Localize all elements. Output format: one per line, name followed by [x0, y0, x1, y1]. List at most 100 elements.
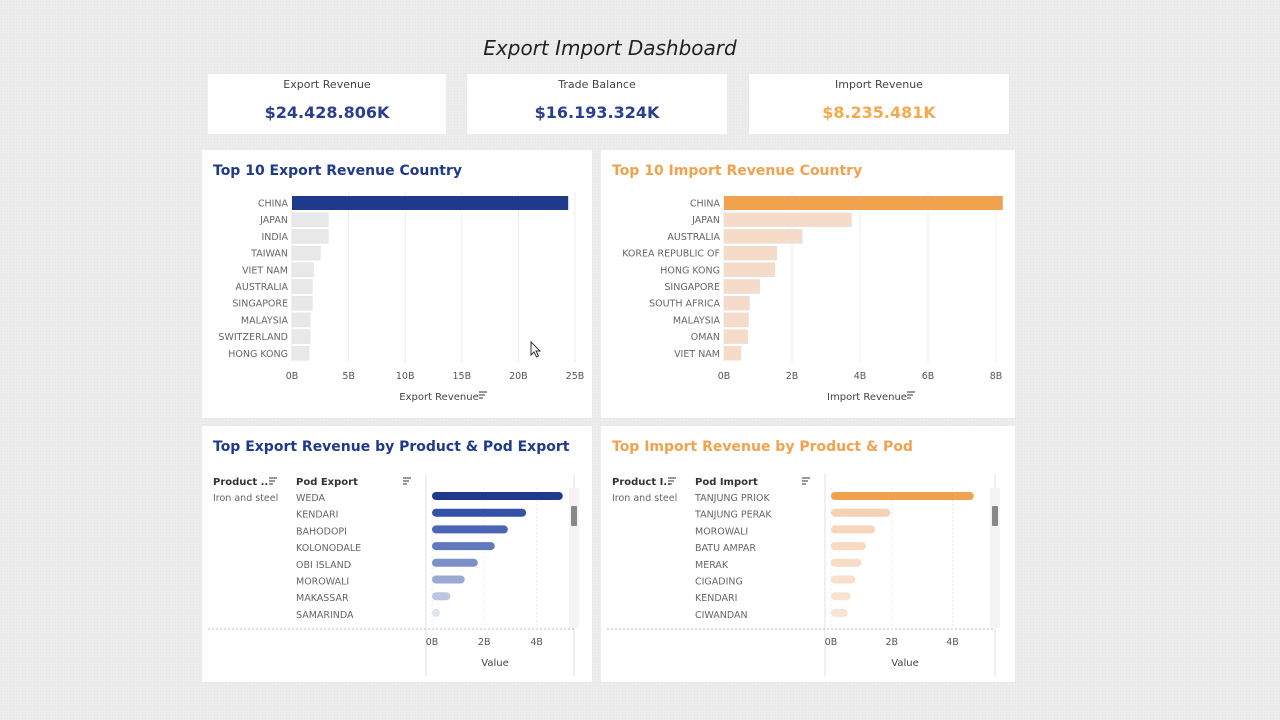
sort-icon [479, 391, 487, 399]
bar [831, 492, 974, 500]
sort-icon [907, 391, 915, 399]
bar [432, 492, 563, 500]
x-tick-label: 2B [478, 637, 491, 648]
x-tick-label: 6B [922, 371, 935, 382]
pod-label: MERAK [695, 560, 729, 571]
import-country-chart[interactable]: 0B 2B 4B 6B 8B CHINA JAPAN AUSTRALIA KOREA REPUB… [601, 150, 1015, 418]
kpi-value: $16.193.324K [534, 103, 660, 122]
bar [723, 329, 749, 344]
bar [831, 608, 848, 617]
pod-label: MOROWALI [296, 577, 349, 588]
category-label: SINGAPORE [232, 299, 288, 310]
bar [432, 508, 527, 517]
bar [432, 592, 451, 601]
dashboard-title: Export Import Dashboard [483, 36, 737, 60]
pod-label: WEDA [296, 493, 326, 504]
category-label: SOUTH AFRICA [649, 299, 720, 310]
bar [291, 295, 313, 311]
category-label: AUSTRALIA [235, 282, 288, 293]
bar [723, 279, 760, 294]
bar [292, 196, 569, 210]
x-axis-label: Import Revenue [827, 392, 907, 403]
category-label: MALAYSIA [241, 315, 289, 326]
product-label: Iron and steel [213, 493, 278, 504]
bar [831, 575, 856, 584]
category-label: OMAN [691, 332, 720, 343]
kpi-label: Import Revenue [835, 78, 923, 91]
bar [724, 196, 1003, 210]
category-label: TAIWAN [250, 249, 288, 260]
category-label: SWITZERLAND [218, 332, 288, 343]
bar [723, 295, 750, 311]
x-axis-label: Value [481, 658, 508, 669]
column-header-product: Product I.. [612, 477, 671, 488]
bar [432, 575, 465, 584]
sort-icon [403, 477, 411, 485]
product-label: Iron and steel [612, 493, 677, 504]
category-label: CHINA [258, 199, 289, 210]
scrollbar-thumb [571, 506, 577, 526]
kpi-trade-balance[interactable]: Trade Balance $16.193.324K [467, 74, 727, 134]
sort-icon [269, 477, 277, 485]
sort-icon [802, 477, 810, 485]
bar [291, 262, 314, 278]
x-tick-label: 2B [786, 371, 799, 382]
export-country-chart[interactable]: 0B 5B 10B 15B 20B 25B CHINA JAPAN INDIA TAIWAN VIE… [202, 150, 592, 418]
bar [723, 262, 776, 278]
pod-label: KENDARI [695, 593, 737, 604]
bar [291, 245, 321, 261]
pod-label: BAHODOPI [296, 526, 347, 537]
x-tick-label: 25B [566, 371, 585, 382]
pod-label: TANJUNG PERAK [694, 510, 772, 521]
x-tick-label: 0B [286, 371, 299, 382]
bar [432, 608, 440, 617]
pod-label: KOLONODALE [296, 543, 361, 554]
x-tick-label: 4B [854, 371, 867, 382]
bar [291, 279, 313, 294]
category-label: VIET NAM [242, 265, 288, 276]
x-tick-label: 8B [990, 371, 1003, 382]
bar [723, 212, 852, 227]
bar [831, 508, 891, 517]
column-header-pod: Pod Export [296, 477, 358, 488]
x-tick-label: 4B [530, 637, 543, 648]
x-tick-label: 0B [718, 371, 731, 382]
bar [723, 229, 803, 244]
bar [831, 525, 876, 534]
category-label: HONG KONG [228, 349, 288, 360]
kpi-value: $8.235.481K [822, 103, 936, 122]
category-label: HONG KONG [660, 265, 720, 276]
pod-label: MAKASSAR [296, 593, 349, 604]
category-label: VIET NAM [674, 349, 720, 360]
bar [291, 229, 329, 244]
category-label: JAPAN [259, 215, 288, 226]
bar [291, 212, 329, 227]
x-tick-label: 2B [885, 637, 898, 648]
x-tick-label: 0B [825, 637, 838, 648]
x-tick-label: 20B [509, 371, 528, 382]
x-axis-label: Value [891, 658, 918, 669]
kpi-label: Export Revenue [283, 78, 371, 91]
import-product-pod-chart[interactable]: Product I.. Pod Import 0B 2B 4B Iron and stee… [601, 426, 1015, 682]
export-country-panel: Top 10 Export Revenue Country 0B 5B 10B 15B… [202, 150, 592, 418]
column-header-pod: Pod Import [695, 477, 758, 488]
category-label: INDIA [261, 232, 288, 243]
x-tick-label: 5B [342, 371, 355, 382]
kpi-export-revenue[interactable]: Export Revenue $24.428.806K [208, 74, 446, 134]
kpi-import-revenue[interactable]: Import Revenue $8.235.481K [749, 74, 1009, 134]
bar [723, 346, 742, 361]
x-tick-label: 0B [426, 637, 439, 648]
category-label: JAPAN [691, 215, 720, 226]
bar [723, 312, 749, 328]
category-label: CHINA [690, 199, 721, 210]
bar [291, 346, 310, 361]
bar [291, 329, 311, 344]
import-country-panel: Top 10 Import Revenue Country 0B 2B 4B 6B 8B… [601, 150, 1015, 418]
pod-label: TANJUNG PRIOK [694, 493, 771, 504]
pod-label: CIGADING [695, 577, 743, 588]
bar [831, 558, 862, 567]
pod-label: BATU AMPAR [695, 543, 756, 554]
bar [291, 312, 311, 328]
export-product-pod-chart[interactable]: Product .. Pod Export 0B 2B 4B Iron and steel… [202, 426, 592, 682]
x-tick-label: 4B [946, 637, 959, 648]
